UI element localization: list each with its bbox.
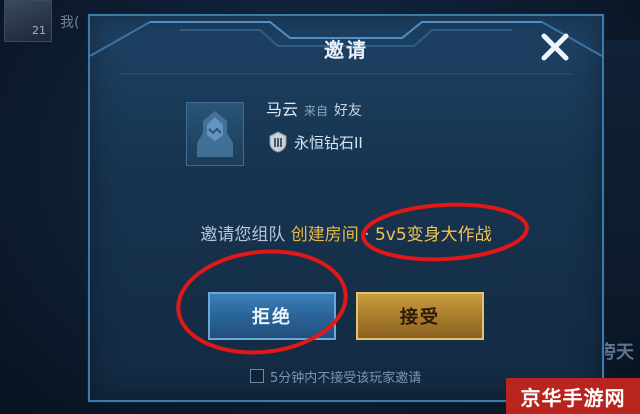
inviter-name: 马云 [266, 100, 299, 119]
rank-badge-icon [269, 131, 287, 153]
dialog-title: 邀请 [324, 38, 368, 62]
relation-label: 好友 [334, 103, 363, 119]
from-label: 来自 [304, 104, 329, 118]
close-icon [541, 33, 569, 61]
reject-button[interactable]: 拒绝 [208, 292, 336, 340]
inviter-name-row: 马云 来自 好友 [266, 96, 362, 120]
dialog-header: 邀请 [90, 16, 602, 78]
invite-message: 邀请您组队 创建房间 · 5v5变身大作战 [90, 220, 602, 245]
rank-row: 永恒钻石II [266, 130, 363, 154]
background-count: 21 [32, 24, 46, 37]
invite-separator: · [364, 225, 370, 245]
background-panel [600, 40, 640, 340]
no-invite-option: 5分钟内不接受该玩家邀请 [250, 366, 421, 386]
rank-text: 永恒钻石II [294, 133, 363, 152]
game-screen: 21 我( 旁天 邀请 马云 来自 好友 永恒钻石II 邀请您组队 创建房间 ·… [0, 0, 640, 414]
watermark: 京华手游网 [506, 378, 640, 414]
close-button[interactable] [538, 30, 572, 64]
avatar-silhouette-icon [197, 111, 233, 157]
background-text: 我( [60, 15, 80, 31]
accept-button[interactable]: 接受 [356, 292, 484, 340]
invite-prefix: 邀请您组队 [200, 225, 286, 245]
no-invite-checkbox[interactable] [250, 369, 264, 383]
inviter-avatar [186, 102, 244, 166]
invite-game-mode: 5v5变身大作战 [374, 225, 492, 245]
invite-room-type: 创建房间 [290, 225, 359, 245]
invite-dialog: 邀请 马云 来自 好友 永恒钻石II 邀请您组队 创建房间 · 5v5变身大作战… [88, 14, 604, 402]
no-invite-label: 5分钟内不接受该玩家邀请 [270, 370, 422, 386]
